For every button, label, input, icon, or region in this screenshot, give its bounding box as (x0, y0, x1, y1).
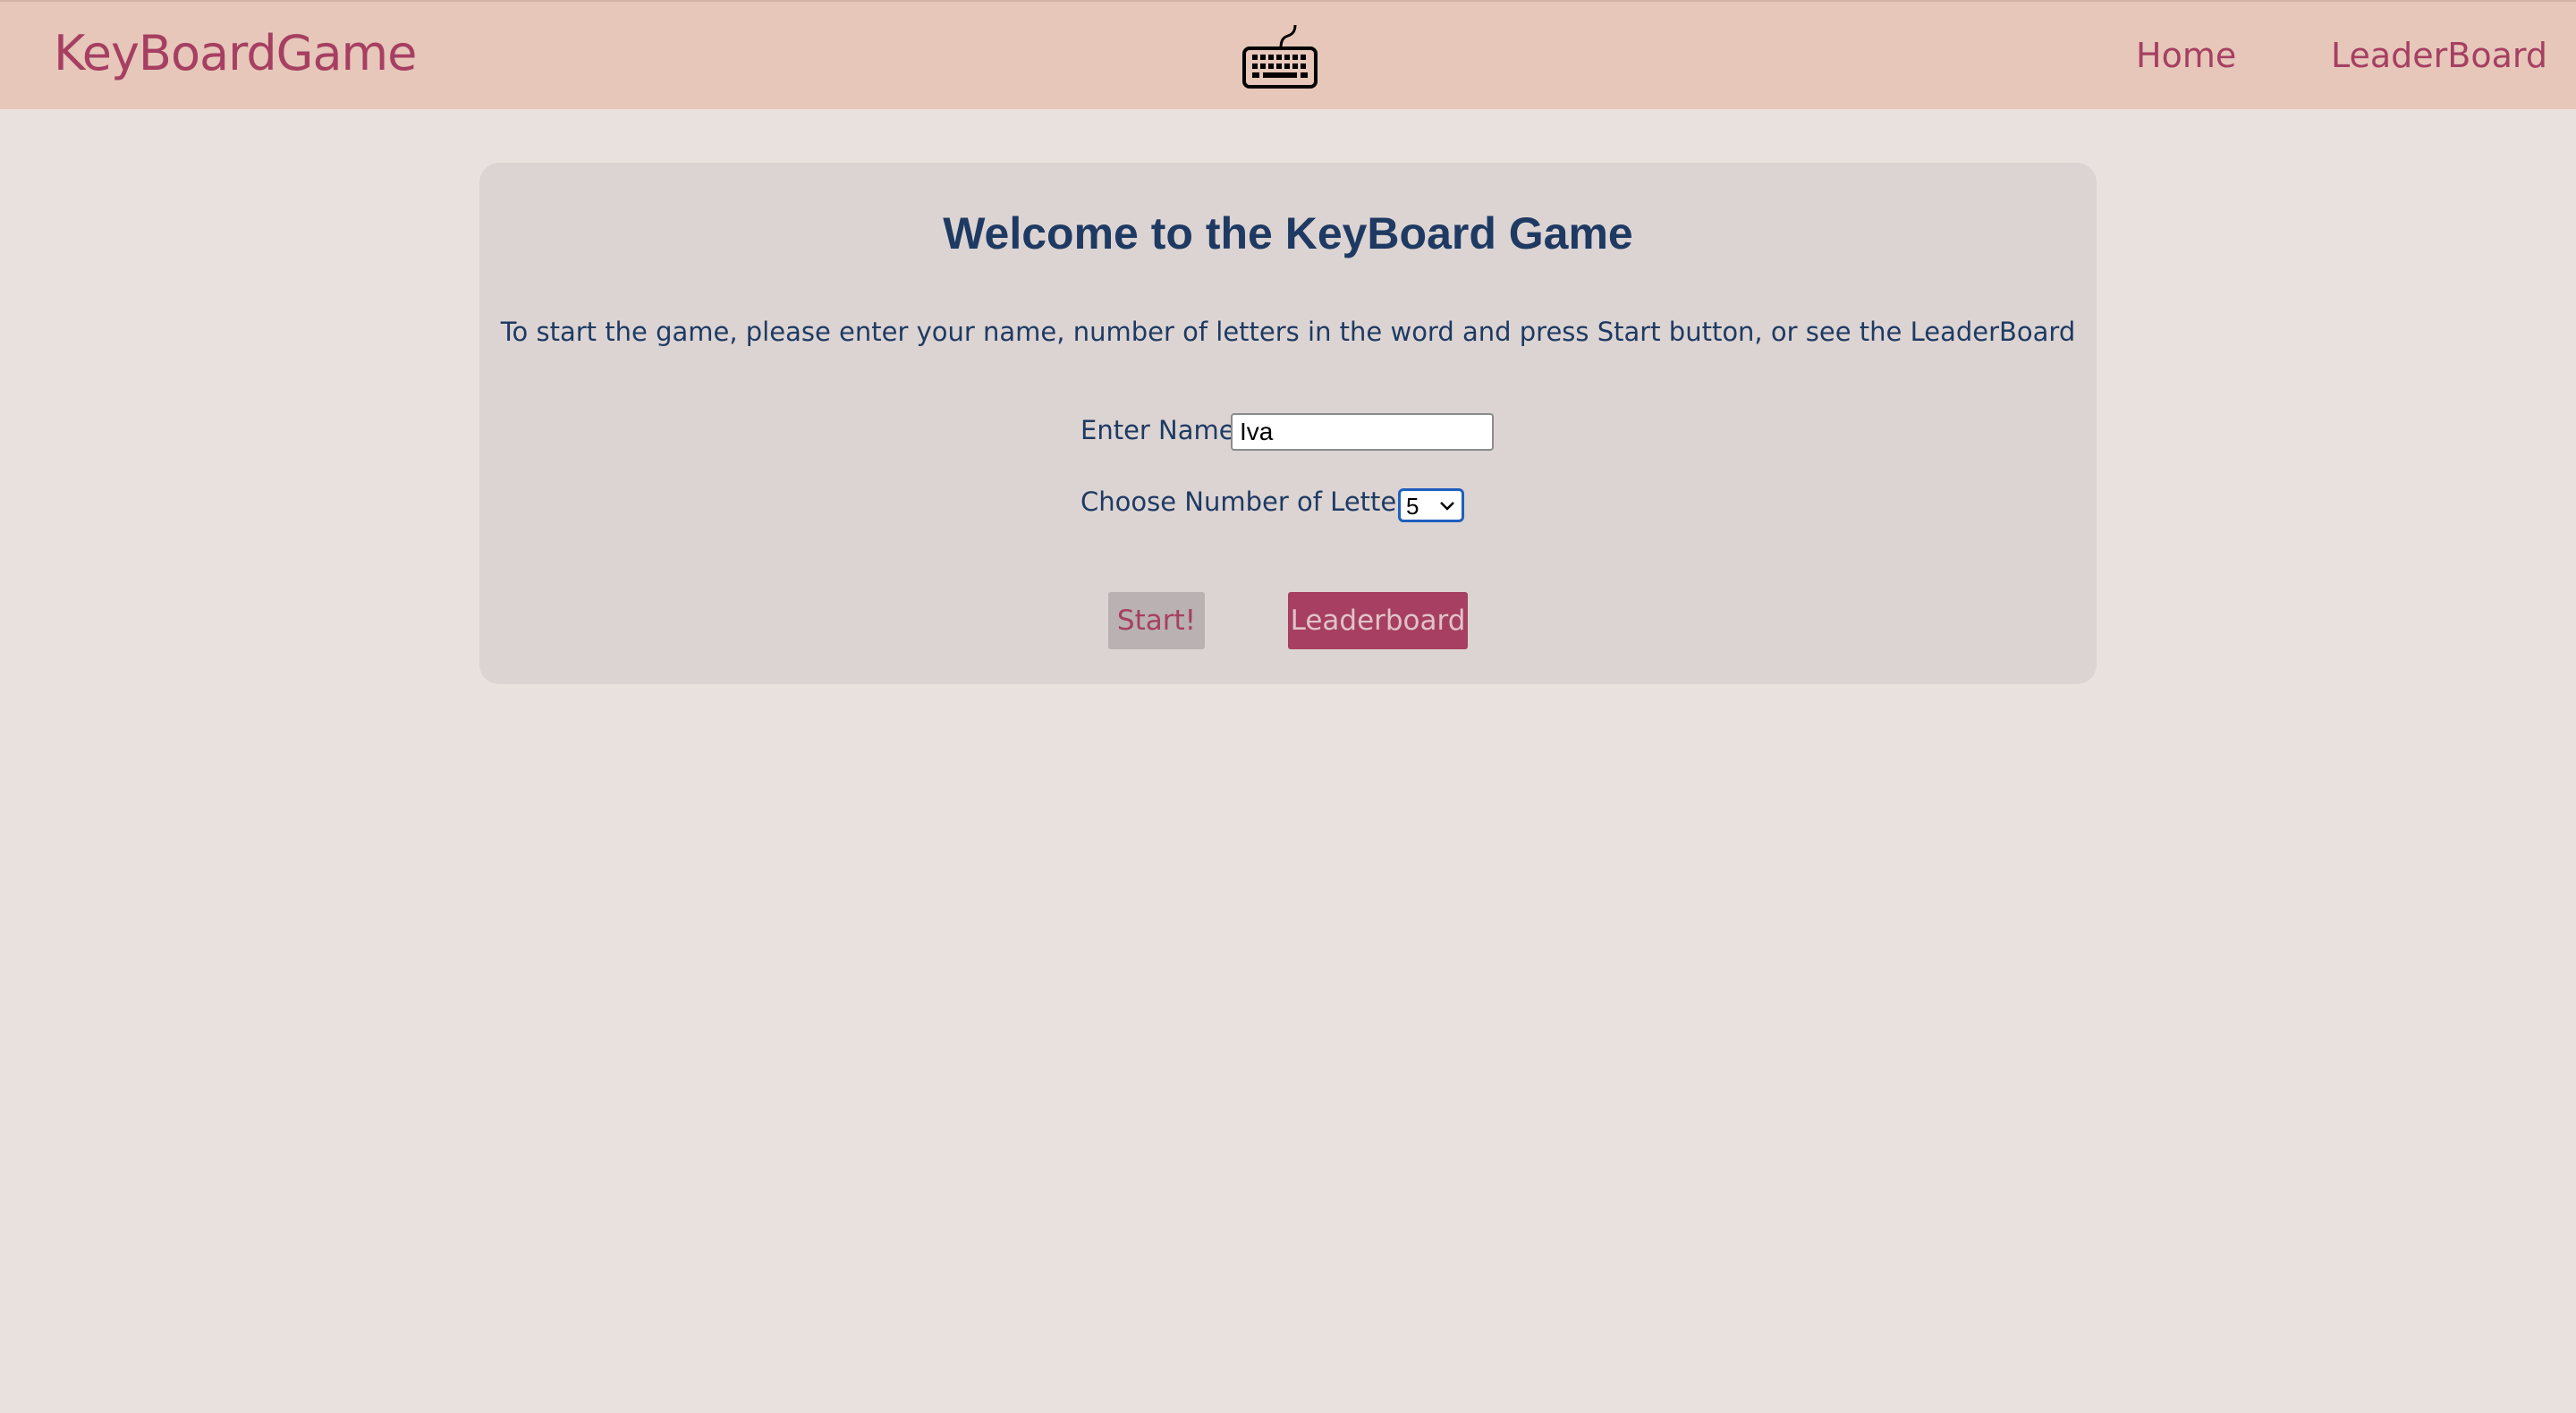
letters-select-value: 5 (1406, 493, 1419, 520)
navbar: KeyBoardGame Home LeaderBoard (0, 0, 2576, 109)
name-label: Enter Name: (1080, 415, 1244, 445)
chevron-down-icon (1440, 502, 1454, 511)
letters-label: Choose Number of Letters: (1080, 487, 1430, 517)
intro-text: To start the game, please enter your nam… (500, 317, 2076, 347)
page-title: Welcome to the KeyBoard Game (943, 208, 1633, 258)
nav-leaderboard-link[interactable]: LeaderBoard (2331, 36, 2547, 75)
start-button[interactable]: Start! (1108, 592, 1205, 649)
nav-home-link[interactable]: Home (2136, 36, 2236, 75)
name-input[interactable] (1231, 413, 1494, 451)
brand-link[interactable]: KeyBoardGame (54, 25, 417, 81)
leaderboard-button[interactable]: Leaderboard (1288, 592, 1468, 649)
welcome-card: Welcome to the KeyBoard Game To start th… (479, 163, 2097, 684)
letters-select[interactable]: 5 (1398, 488, 1464, 522)
keyboard-icon (1242, 24, 1318, 89)
